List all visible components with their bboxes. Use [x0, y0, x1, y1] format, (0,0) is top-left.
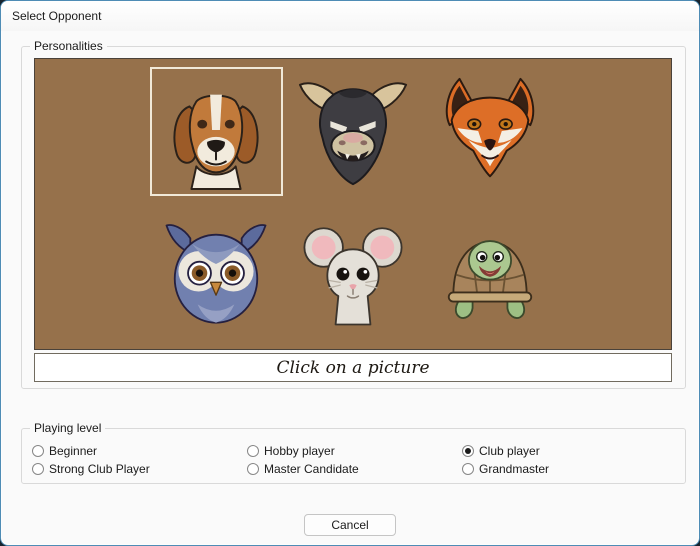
dialog-footer: Cancel	[1, 514, 699, 536]
playing-level-options: Beginner Strong Club Player Hobby player…	[32, 442, 685, 478]
radio-circle-icon	[247, 445, 259, 457]
owl-icon	[161, 220, 271, 330]
radio-label: Strong Club Player	[49, 462, 150, 476]
personalities-label: Personalities	[30, 39, 107, 53]
select-opponent-dialog: Select Opponent Personalities	[0, 0, 700, 546]
radio-label: Beginner	[49, 444, 97, 458]
radio-label: Hobby player	[264, 444, 335, 458]
animal-option-bull[interactable]	[287, 67, 420, 196]
radio-circle-icon	[32, 463, 44, 475]
instruction-text: Click on a picture	[276, 358, 429, 378]
mouse-icon	[298, 220, 408, 330]
animal-option-beagle-dog[interactable]	[150, 67, 283, 196]
radio-label: Grandmaster	[479, 462, 549, 476]
radio-circle-icon	[462, 463, 474, 475]
titlebar: Select Opponent	[1, 1, 699, 31]
window-title: Select Opponent	[12, 9, 101, 23]
animal-option-mouse[interactable]	[287, 216, 420, 334]
personalities-groupbox: Personalities	[21, 46, 686, 389]
picture-row-1	[35, 67, 671, 196]
instruction-bar: Click on a picture	[34, 353, 672, 382]
turtle-icon	[435, 220, 545, 330]
radio-option-grandmaster[interactable]: Grandmaster	[462, 460, 685, 478]
picture-row-2	[35, 216, 671, 334]
radio-option-club-player[interactable]: Club player	[462, 442, 685, 460]
personality-picture-area	[34, 58, 672, 350]
radio-option-master-candidate[interactable]: Master Candidate	[247, 460, 462, 478]
radio-circle-icon	[462, 445, 474, 457]
radio-label: Club player	[479, 444, 540, 458]
radio-label: Master Candidate	[264, 462, 359, 476]
radio-option-beginner[interactable]: Beginner	[32, 442, 247, 460]
beagle-dog-icon	[157, 73, 275, 191]
radio-option-strong-club-player[interactable]: Strong Club Player	[32, 460, 247, 478]
fox-icon	[431, 73, 549, 191]
playing-level-label: Playing level	[30, 421, 105, 435]
radio-circle-icon	[32, 445, 44, 457]
cancel-button[interactable]: Cancel	[304, 514, 396, 536]
animal-option-turtle[interactable]	[424, 216, 557, 334]
playing-level-groupbox: Playing level Beginner Strong Club Playe…	[21, 428, 686, 484]
radio-circle-icon	[247, 463, 259, 475]
animal-option-owl[interactable]	[150, 216, 283, 334]
bull-icon	[294, 73, 412, 191]
animal-option-fox[interactable]	[424, 67, 557, 196]
radio-option-hobby-player[interactable]: Hobby player	[247, 442, 462, 460]
